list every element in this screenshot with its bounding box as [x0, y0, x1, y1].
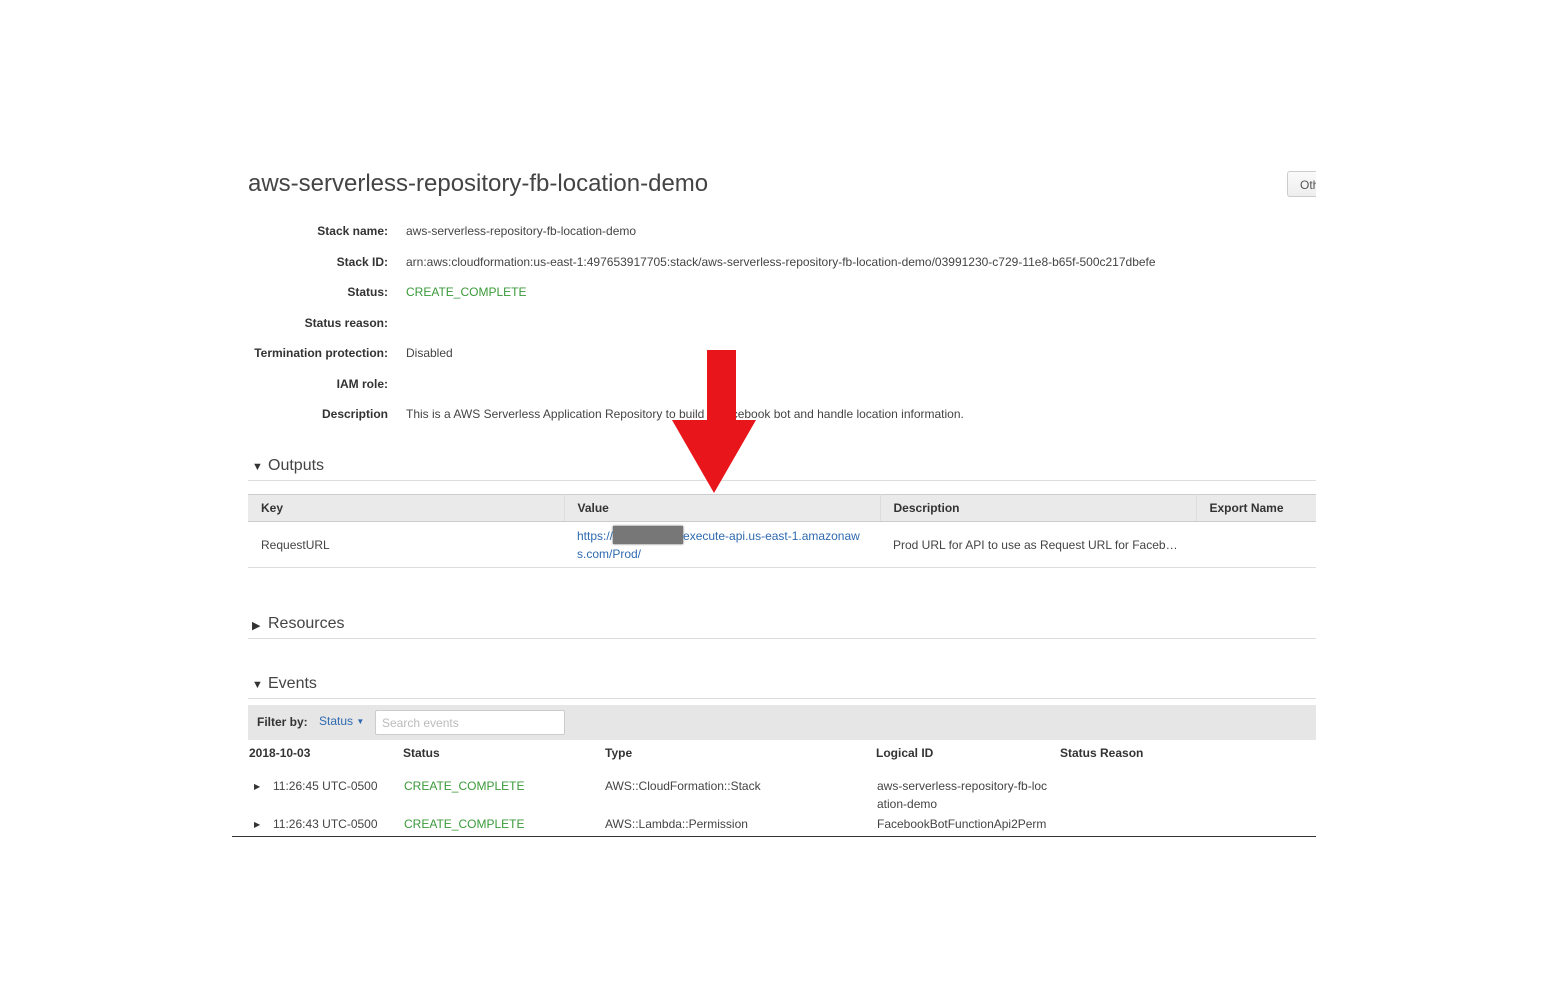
termination-protection-row: Termination protection: Disabled — [248, 346, 1348, 366]
caret-down-icon: ▼ — [252, 679, 263, 691]
logical-id-line-1: aws-serverless-repository-fb-loc — [877, 779, 1048, 793]
stack-id-value: arn:aws:cloudformation:us-east-1:4976539… — [406, 255, 1156, 269]
status-filter-value: Status — [319, 714, 354, 728]
redaction-box — [613, 526, 684, 544]
url-prefix: https:// — [577, 529, 614, 543]
url-suffix-2: s.com/Prod/ — [577, 547, 642, 561]
table-row: RequestURL https:// execute-api.us-east-1… — [248, 521, 1316, 568]
events-header-logical-id[interactable]: Logical ID — [876, 746, 933, 760]
filter-label: Filter by: — [257, 715, 308, 729]
outputs-header-value[interactable]: Value — [564, 494, 881, 522]
caret-right-icon: ▶ — [252, 620, 261, 632]
chevron-down-icon: ▼ — [356, 717, 365, 726]
termination-protection-value: Disabled — [406, 346, 453, 360]
status-reason-row: Status reason: — [248, 316, 1348, 336]
stack-name-row: Stack name: aws-serverless-repository-fb… — [248, 224, 1348, 244]
stack-name-value: aws-serverless-repository-fb-location-de… — [406, 224, 637, 238]
events-section-toggle[interactable]: ▼ Events — [248, 674, 1316, 699]
event-type: AWS::CloudFormation::Stack — [605, 779, 761, 793]
outputs-section-label: Outputs — [268, 457, 325, 474]
status-reason-label: Status reason: — [304, 316, 388, 330]
status-label: Status: — [347, 285, 388, 299]
red-arrow-annotation-icon — [672, 350, 756, 493]
events-section-label: Events — [268, 675, 317, 692]
description-row: Description This is a AWS Serverless App… — [248, 407, 1348, 427]
logical-id-line-2: ation-demo — [877, 797, 938, 811]
stack-name-label: Stack name: — [317, 224, 388, 238]
events-header-date: 2018-10-03 — [249, 746, 311, 760]
events-header-status[interactable]: Status — [403, 746, 440, 760]
event-time: 11:26:45 UTC-0500 — [273, 779, 378, 793]
event-logical-id: aws-serverless-repository-fb-loc ation-de… — [877, 777, 1047, 813]
events-filter-bar: Filter by: Status ▼ — [248, 705, 1316, 740]
event-type: AWS::Lambda::Permission — [605, 817, 748, 831]
caret-down-icon: ▼ — [252, 461, 263, 473]
status-filter-dropdown[interactable]: Status ▼ — [319, 714, 364, 728]
output-key: RequestURL — [248, 521, 564, 568]
url-suffix-1: execute-api.us-east-1.amazonaw — [683, 529, 860, 543]
output-export-name — [1196, 521, 1316, 568]
search-events-input[interactable] — [375, 710, 565, 735]
event-status: CREATE_COMPLETE — [404, 817, 525, 831]
event-time: 11:26:43 UTC-0500 — [273, 817, 378, 831]
expand-row-icon[interactable]: ▶ — [254, 782, 260, 791]
request-url-link[interactable]: https:// execute-api.us-east-1.amazonaw s.… — [577, 526, 860, 561]
other-actions-button[interactable]: Other Actions — [1287, 171, 1316, 197]
iam-role-label: IAM role: — [336, 377, 388, 391]
stack-id-label: Stack ID: — [336, 255, 388, 269]
outputs-header-description[interactable]: Description — [880, 494, 1197, 522]
event-status: CREATE_COMPLETE — [404, 779, 525, 793]
outputs-header-export-name[interactable]: Export Name — [1196, 494, 1316, 522]
stack-id-row: Stack ID: arn:aws:cloudformation:us-east… — [248, 255, 1348, 275]
iam-role-row: IAM role: — [248, 377, 1348, 397]
outputs-header-key[interactable]: Key — [248, 494, 565, 522]
event-logical-id: FacebookBotFunctionApi2Perm — [877, 817, 1047, 831]
events-header-status-reason[interactable]: Status Reason — [1060, 746, 1143, 760]
resources-section-label: Resources — [268, 615, 345, 632]
page-title: aws-serverless-repository-fb-location-de… — [248, 170, 709, 197]
output-value-cell: https:// execute-api.us-east-1.amazonaw s.… — [564, 521, 880, 568]
resources-section-toggle[interactable]: ▶ Resources — [248, 614, 1316, 639]
outputs-table: Key Value Description Export Name Reques… — [248, 494, 1316, 568]
status-row: Status: CREATE_COMPLETE — [248, 285, 1348, 305]
outputs-section-toggle[interactable]: ▼ Outputs — [248, 456, 1316, 481]
screenshot-bottom-border — [232, 836, 1316, 837]
status-value: CREATE_COMPLETE — [406, 285, 527, 299]
expand-row-icon[interactable]: ▶ — [254, 820, 260, 829]
events-header-type[interactable]: Type — [605, 746, 632, 760]
termination-protection-label: Termination protection: — [254, 346, 388, 360]
description-label: Description — [321, 407, 388, 421]
output-description: Prod URL for API to use as Request URL f… — [880, 521, 1196, 568]
